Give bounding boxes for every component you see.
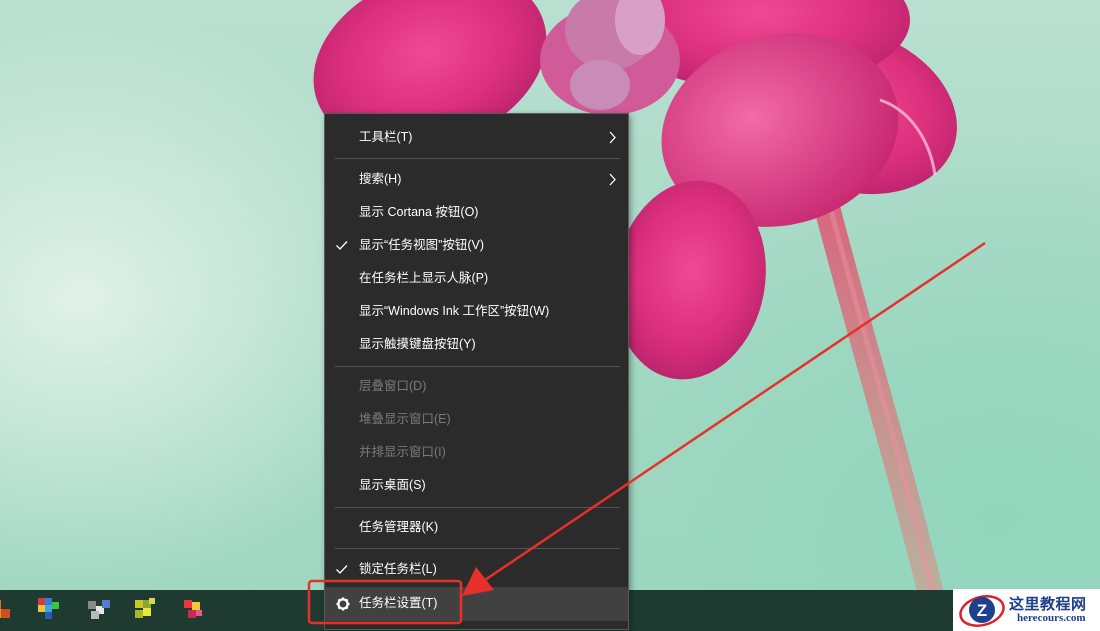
menu-separator: [335, 158, 620, 159]
menu-item-show-windows-ink[interactable]: 显示“Windows Ink 工作区”按钮(W): [325, 295, 628, 328]
pinned-app-icon[interactable]: [88, 598, 110, 620]
site-logo-icon: Z: [959, 595, 1005, 627]
menu-item-cascade-windows: 层叠窗口(D): [325, 370, 628, 403]
menu-separator: [335, 366, 620, 367]
watermark-title: 这里教程网: [1009, 595, 1087, 613]
menu-item-lock-taskbar[interactable]: 锁定任务栏(L): [325, 553, 628, 586]
logo-letter: Z: [977, 601, 987, 620]
menu-item-label: 搜索(H): [359, 172, 402, 186]
menu-item-label: 并排显示窗口(I): [359, 445, 446, 459]
menu-item-show-touch-keyboard[interactable]: 显示触摸键盘按钮(Y): [325, 328, 628, 361]
menu-item-label: 显示“任务视图”按钮(V): [359, 238, 484, 252]
menu-item-label: 在任务栏上显示人脉(P): [359, 271, 489, 285]
pinned-app-icon[interactable]: [182, 598, 204, 620]
menu-item-show-cortana[interactable]: 显示 Cortana 按钮(O): [325, 196, 628, 229]
checkmark-icon: [335, 553, 349, 586]
menu-item-label: 显示桌面(S): [359, 478, 426, 492]
taskbar-context-menu: 工具栏(T) 搜索(H) 显示 Cortana 按钮(O) 显示“任务视图”按钮…: [324, 113, 629, 630]
menu-item-taskbar-settings[interactable]: 任务栏设置(T): [325, 587, 628, 621]
menu-item-search[interactable]: 搜索(H): [325, 163, 628, 196]
menu-item-label: 任务栏设置(T): [359, 596, 438, 610]
chevron-right-icon: [608, 163, 618, 196]
menu-item-label: 锁定任务栏(L): [359, 562, 437, 576]
menu-separator: [335, 507, 620, 508]
menu-separator: [335, 548, 620, 549]
watermark: Z 这里教程网 herecours.com: [953, 589, 1100, 631]
menu-item-stack-windows: 堆叠显示窗口(E): [325, 403, 628, 436]
chevron-right-icon: [608, 121, 618, 154]
menu-item-label: 层叠窗口(D): [359, 379, 427, 393]
menu-item-show-desktop[interactable]: 显示桌面(S): [325, 469, 628, 502]
menu-item-show-people[interactable]: 在任务栏上显示人脉(P): [325, 262, 628, 295]
menu-item-side-by-side-windows: 并排显示窗口(I): [325, 436, 628, 469]
menu-item-label: 显示“Windows Ink 工作区”按钮(W): [359, 304, 550, 318]
menu-item-task-manager[interactable]: 任务管理器(K): [325, 511, 628, 544]
pinned-app-icon[interactable]: [38, 598, 60, 620]
menu-item-label: 堆叠显示窗口(E): [359, 412, 451, 426]
menu-item-label: 显示触摸键盘按钮(Y): [359, 337, 476, 351]
pinned-app-icon[interactable]: [0, 598, 14, 620]
watermark-domain: herecours.com: [1017, 612, 1086, 624]
checkmark-icon: [335, 229, 349, 262]
menu-item-label: 显示 Cortana 按钮(O): [359, 205, 479, 219]
menu-item-show-task-view[interactable]: 显示“任务视图”按钮(V): [325, 229, 628, 262]
menu-item-toolbars[interactable]: 工具栏(T): [325, 121, 628, 154]
pinned-app-icon[interactable]: [135, 598, 157, 620]
menu-item-label: 工具栏(T): [359, 130, 413, 144]
gear-icon: [336, 587, 350, 620]
menu-item-label: 任务管理器(K): [359, 520, 439, 534]
